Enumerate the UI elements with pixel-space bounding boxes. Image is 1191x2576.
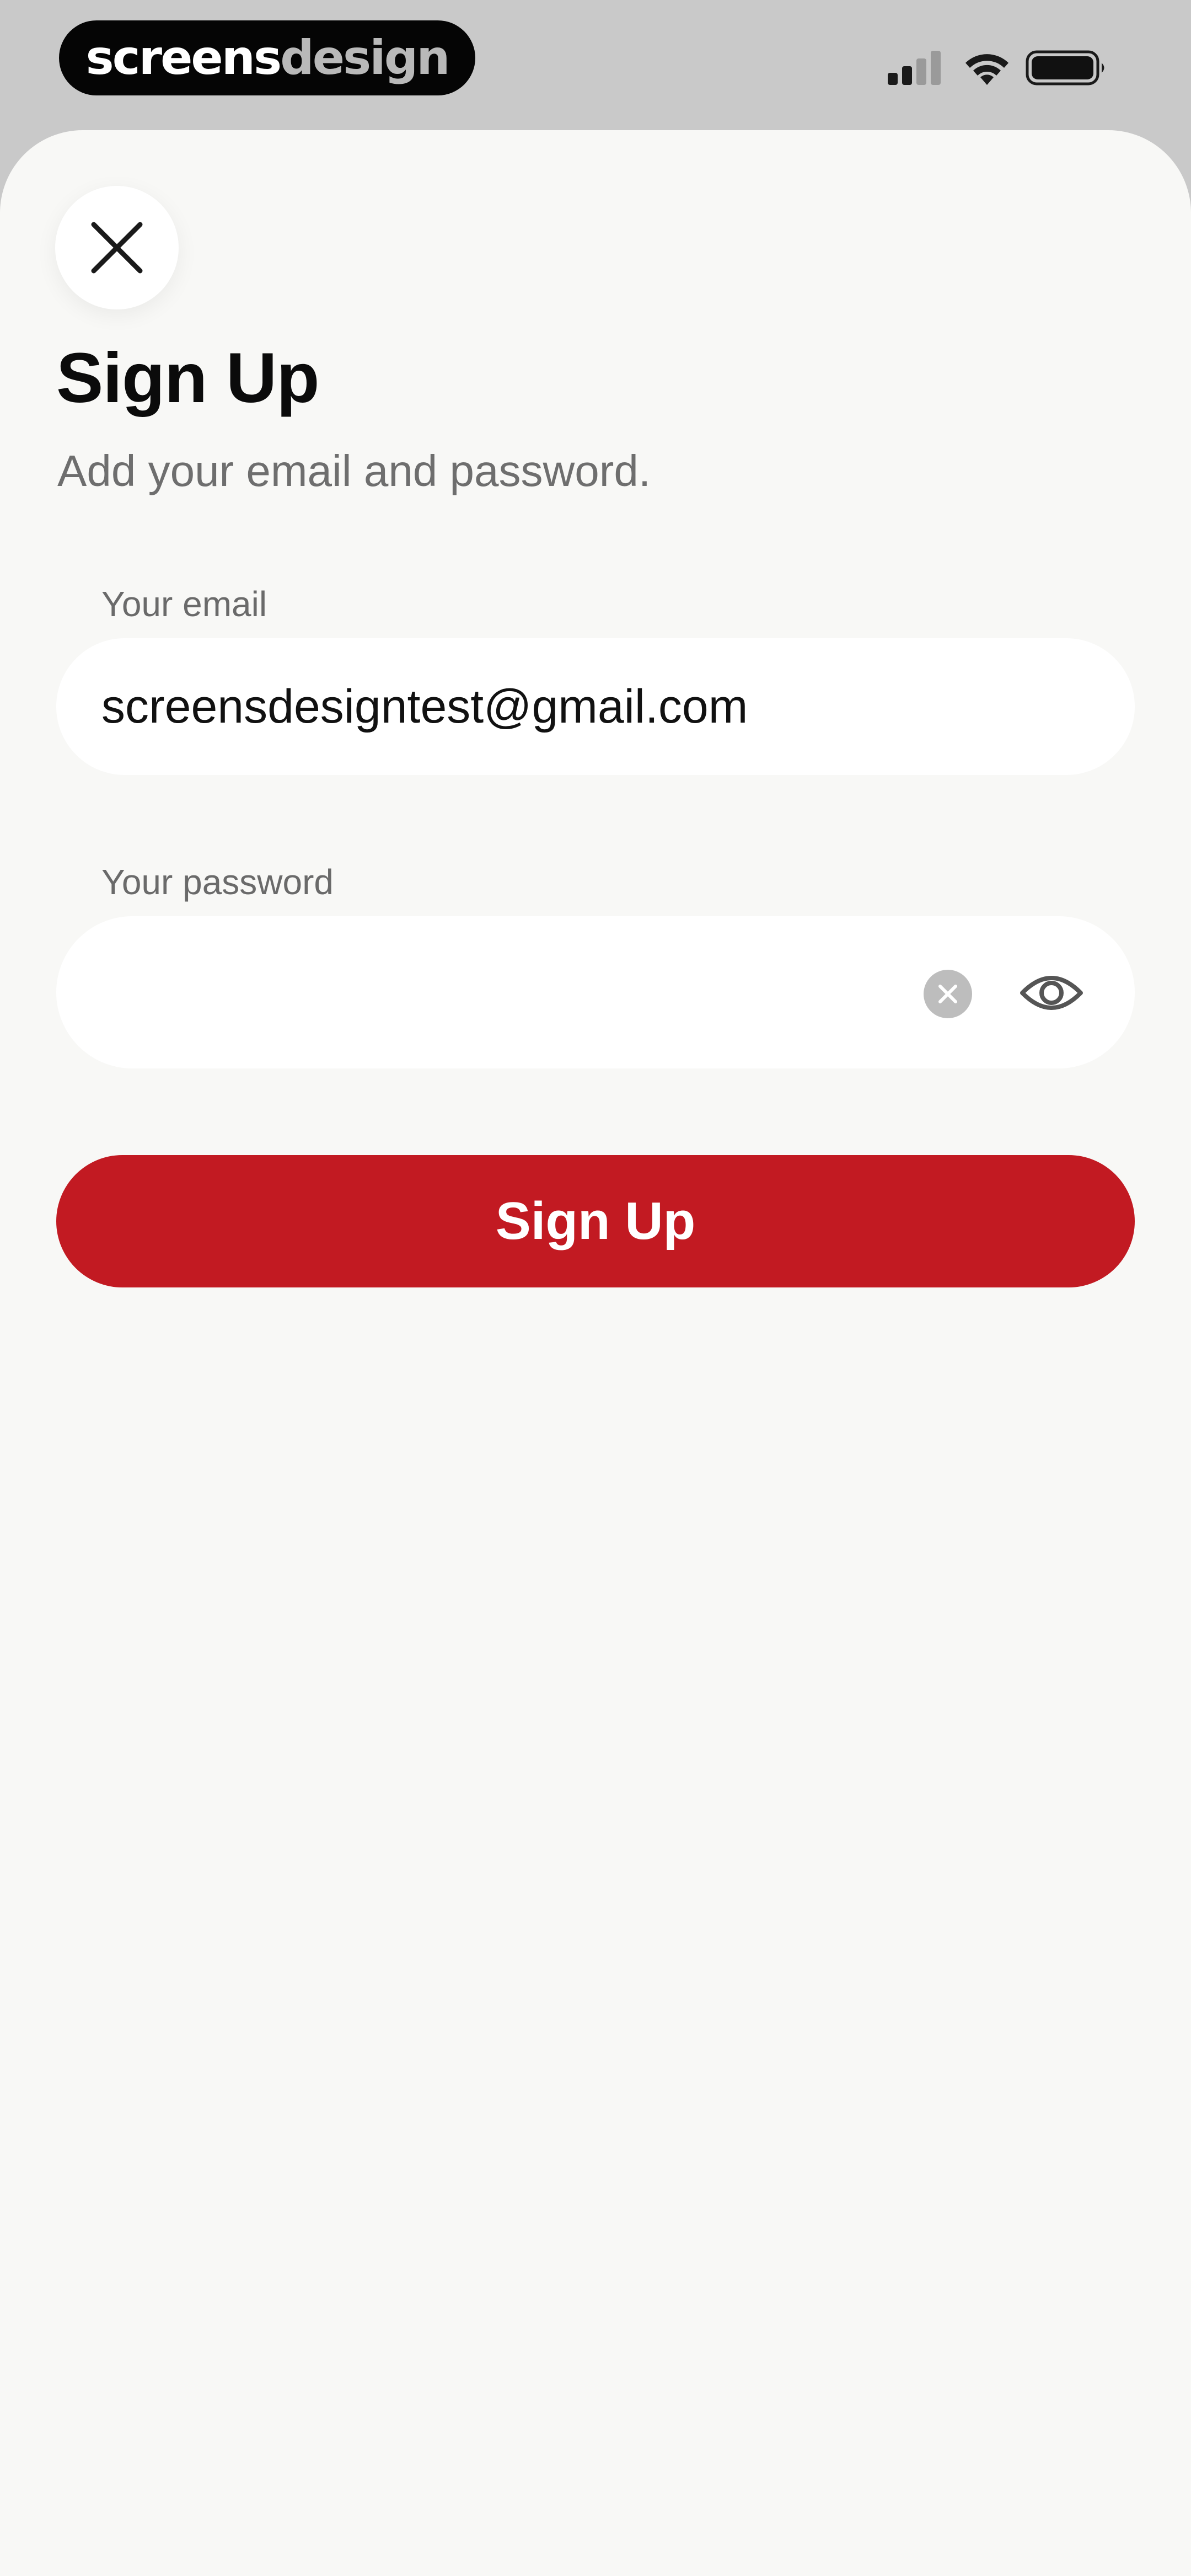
battery-icon — [1026, 50, 1104, 85]
email-label: Your email — [101, 584, 267, 624]
email-field[interactable]: screensdesigntest@gmail.com — [56, 638, 1135, 775]
sign-up-sheet — [0, 130, 1191, 2576]
screensdesign-logo: screens design — [59, 20, 475, 95]
close-button[interactable] — [55, 186, 179, 309]
eye-icon[interactable] — [1019, 965, 1084, 1020]
password-field[interactable] — [56, 916, 1135, 1068]
password-label: Your password — [101, 862, 334, 902]
clear-icon[interactable] — [924, 970, 972, 1018]
logo-text-screens: screens — [85, 30, 282, 85]
close-icon — [91, 222, 143, 274]
sign-up-button[interactable]: Sign Up — [56, 1155, 1135, 1287]
cellular-signal-icon — [888, 51, 941, 85]
page-title: Sign Up — [56, 339, 319, 418]
page-subtitle: Add your email and password. — [57, 446, 651, 495]
status-icons — [888, 49, 1114, 87]
wifi-icon — [965, 54, 1008, 85]
logo-text-design: design — [280, 30, 450, 85]
sign-up-screen: screens design Sign Up Add your email and… — [0, 0, 1191, 2576]
